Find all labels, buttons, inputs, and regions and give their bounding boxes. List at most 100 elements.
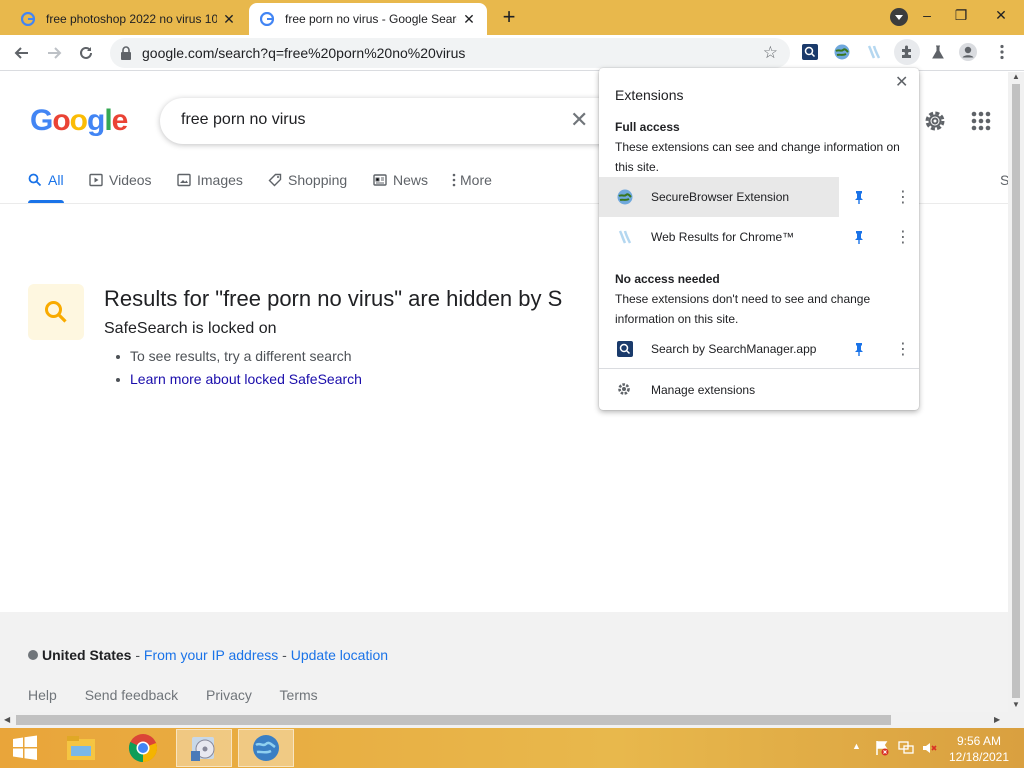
tag-icon — [268, 173, 282, 187]
from-ip-link[interactable]: From your IP address — [144, 647, 278, 663]
send-feedback-link[interactable]: Send feedback — [85, 687, 178, 703]
image-icon — [177, 173, 191, 187]
gear-icon — [617, 382, 631, 399]
securebrowser-icon[interactable] — [832, 42, 852, 62]
volume-muted-icon[interactable] — [922, 740, 938, 761]
webresults-icon[interactable] — [864, 42, 884, 62]
more-options-icon[interactable]: ⋮ — [895, 339, 911, 359]
tab-google-search[interactable]: free porn no virus - Google Searc ✕ — [249, 3, 487, 35]
help-link[interactable]: Help — [28, 687, 57, 703]
page-footer: United States - From your IP address - U… — [0, 612, 1008, 712]
close-window-button[interactable]: ✕ — [978, 0, 1024, 30]
network-icon[interactable] — [898, 740, 914, 761]
google-apps-icon[interactable] — [970, 110, 992, 132]
pin-icon[interactable] — [852, 342, 866, 356]
privacy-link[interactable]: Privacy — [206, 687, 252, 703]
list-item: Learn more about locked SafeSearch — [116, 371, 362, 387]
google-logo[interactable]: Google — [30, 104, 128, 138]
google-favicon-icon — [259, 11, 275, 27]
new-tab-icon[interactable]: + — [498, 6, 520, 28]
horizontal-scrollbar[interactable]: ◀ ▶ — [0, 712, 1024, 728]
extension-name: Web Results for Chrome™ — [651, 230, 795, 244]
scrollbar-thumb[interactable] — [1012, 84, 1020, 698]
tab-more[interactable]: More — [452, 172, 492, 188]
extension-name: SecureBrowser Extension — [651, 190, 790, 204]
manage-extensions-button[interactable]: Manage extensions — [599, 370, 919, 408]
show-hidden-icons-icon[interactable]: ▲ — [852, 741, 861, 751]
learn-more-link[interactable]: Learn more about locked SafeSearch — [130, 371, 362, 387]
full-access-heading: Full access — [615, 120, 680, 134]
terms-link[interactable]: Terms — [280, 687, 318, 703]
scroll-right-icon[interactable]: ▶ — [994, 715, 1000, 724]
bookmark-star-icon[interactable]: ☆ — [763, 43, 778, 63]
windows-start-icon[interactable] — [0, 729, 50, 767]
tab-title: free porn no virus - Google Searc — [285, 12, 457, 26]
tab-shopping[interactable]: Shopping — [268, 172, 347, 188]
close-icon[interactable]: ✕ — [895, 72, 908, 92]
extensions-puzzle-icon[interactable] — [894, 39, 920, 65]
searchmanager-icon — [615, 339, 635, 359]
minimize-button[interactable]: – — [910, 0, 944, 30]
scroll-up-icon[interactable]: ▲ — [1012, 72, 1020, 81]
safesearch-tips: To see results, try a different search L… — [116, 348, 362, 394]
back-icon[interactable] — [10, 41, 34, 65]
separator: - — [131, 647, 144, 663]
restore-button[interactable]: ❐ — [944, 0, 978, 30]
location-line: United States - From your IP address - U… — [28, 647, 388, 663]
no-access-heading: No access needed — [615, 272, 720, 286]
chrome-menu-icon[interactable] — [992, 42, 1012, 62]
reload-icon[interactable] — [74, 41, 98, 65]
file-explorer-icon[interactable] — [53, 729, 109, 767]
tab-strip: free photoshop 2022 no virus 10 ✕ free p… — [0, 0, 1024, 35]
more-options-icon[interactable]: ⋮ — [895, 227, 911, 247]
scroll-down-icon[interactable]: ▼ — [1012, 700, 1020, 709]
searchmanager-icon[interactable] — [800, 42, 820, 62]
webresults-icon — [615, 227, 635, 247]
tab-search-icon[interactable] — [890, 8, 908, 26]
extension-item-searchmanager[interactable]: Search by SearchManager.app ⋮ — [599, 329, 919, 369]
google-favicon-icon — [20, 11, 36, 27]
tab-close-icon[interactable]: ✕ — [461, 11, 477, 28]
installer-icon[interactable] — [176, 729, 232, 767]
full-access-description: These extensions can see and change info… — [615, 140, 900, 174]
tab-videos[interactable]: Videos — [89, 172, 152, 188]
profile-icon[interactable] — [958, 42, 978, 62]
tab-images[interactable]: Images — [177, 172, 243, 188]
forward-icon[interactable] — [42, 41, 66, 65]
extension-item-securebrowser[interactable]: SecureBrowser Extension — [599, 177, 839, 217]
pin-icon[interactable] — [852, 190, 866, 204]
divider — [599, 368, 919, 369]
lab-icon[interactable] — [928, 42, 948, 62]
tab-title: free photoshop 2022 no virus 10 — [46, 12, 217, 26]
tab-label: Shopping — [288, 172, 348, 188]
system-clock[interactable]: 9:56 AM 12/18/2021 — [944, 733, 1014, 765]
pin-icon[interactable] — [852, 230, 866, 244]
tab-close-icon[interactable]: ✕ — [221, 11, 237, 28]
globe-app-icon[interactable] — [238, 729, 294, 767]
more-options-icon[interactable]: ⋮ — [895, 187, 911, 207]
safesearch-icon-box — [28, 284, 84, 340]
extensions-popup: Extensions ✕ Full access These extension… — [599, 68, 919, 410]
lock-icon[interactable] — [120, 46, 132, 65]
tab-photoshop[interactable]: free photoshop 2022 no virus 10 ✕ — [10, 3, 247, 35]
securebrowser-icon — [615, 187, 635, 207]
list-item: To see results, try a different search — [116, 348, 362, 364]
scrollbar-thumb[interactable] — [16, 715, 891, 725]
location-dot-icon — [28, 650, 38, 660]
tip-text: To see results, try a different search — [130, 348, 352, 364]
search-box[interactable]: free porn no virus ✕ — [160, 98, 610, 144]
vertical-scrollbar[interactable]: ▲ ▼ — [1008, 72, 1024, 712]
extension-name: Search by SearchManager.app — [651, 342, 817, 356]
tab-news[interactable]: News — [373, 172, 428, 188]
chrome-icon[interactable] — [115, 729, 171, 767]
safesearch-title: Results for "free porn no virus" are hid… — [104, 286, 563, 311]
settings-gear-icon[interactable] — [922, 108, 948, 134]
action-center-flag-icon[interactable] — [874, 740, 890, 761]
extension-item-webresults[interactable]: Web Results for Chrome™ ⋮ — [599, 217, 919, 257]
update-location-link[interactable]: Update location — [291, 647, 388, 663]
search-input[interactable]: free porn no virus — [181, 111, 306, 129]
address-bar[interactable]: google.com/search?q=free%20porn%20no%20v… — [110, 38, 790, 68]
scroll-left-icon[interactable]: ◀ — [4, 715, 10, 724]
clear-search-icon[interactable]: ✕ — [570, 107, 588, 133]
tab-all[interactable]: All — [28, 172, 64, 188]
